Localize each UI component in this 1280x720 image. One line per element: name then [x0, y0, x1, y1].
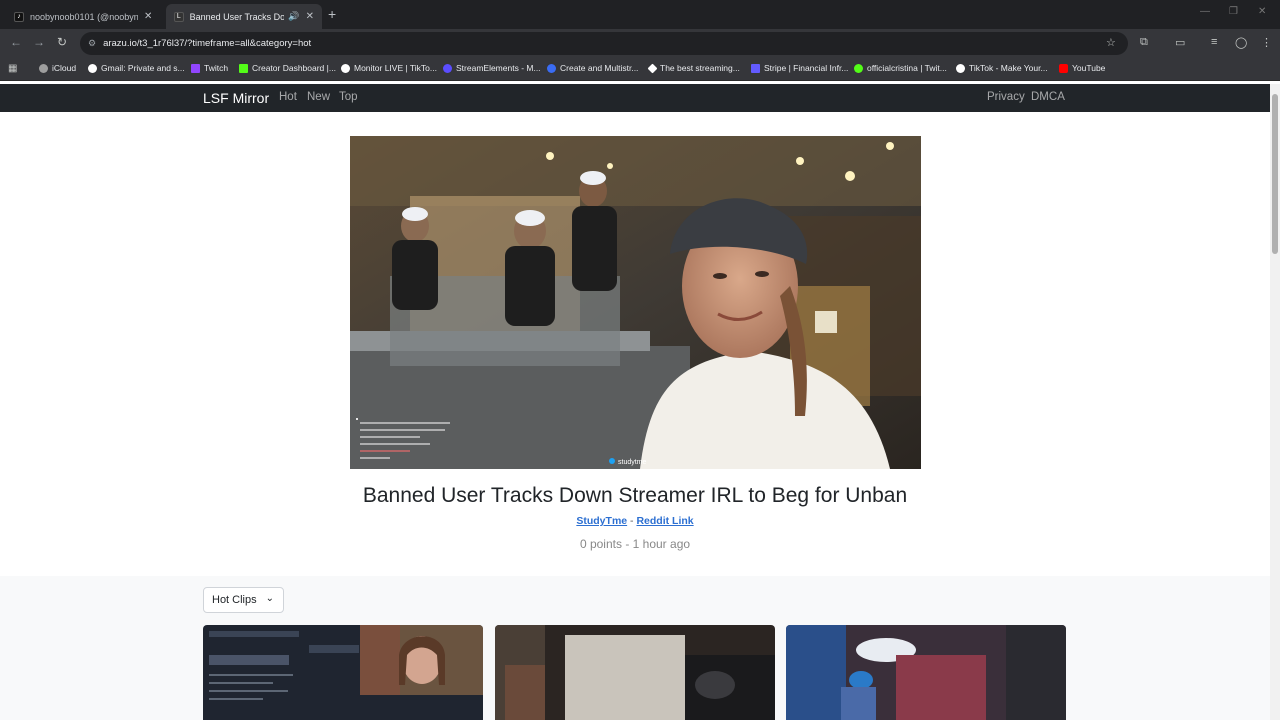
- scrollbar-thumb[interactable]: [1272, 94, 1278, 254]
- nav-top[interactable]: Top: [339, 91, 358, 103]
- stripe-icon: [751, 63, 760, 73]
- author-link[interactable]: StudyTme: [576, 515, 627, 527]
- bookmark-label: Twitch: [204, 63, 229, 73]
- profile-icon[interactable]: ◯: [1235, 36, 1247, 49]
- back-icon[interactable]: ←: [10, 35, 22, 49]
- reddit-link[interactable]: Reddit Link: [636, 515, 693, 527]
- speaker-icon[interactable]: 🔊: [288, 11, 299, 22]
- bookmark-item[interactable]: iCloud: [39, 63, 76, 73]
- clip-thumbnail[interactable]: [495, 625, 775, 720]
- bookmark-item[interactable]: TikTok - Make Your...: [956, 63, 1048, 73]
- streamelements-icon: [443, 63, 452, 73]
- apps-grid-icon[interactable]: ▦: [8, 63, 17, 74]
- clip-image: [203, 625, 483, 720]
- menu-icon[interactable]: ⋮: [1261, 36, 1272, 49]
- bookmark-item[interactable]: YouTube: [1059, 63, 1105, 73]
- nav-hot[interactable]: Hot: [279, 91, 297, 103]
- streaming-icon: [647, 63, 658, 73]
- bookmark-label: Stripe | Financial Infr...: [764, 63, 849, 73]
- minimize-icon[interactable]: —: [1200, 6, 1210, 17]
- bookmark-item[interactable]: officialcristina | Twit...: [854, 63, 947, 73]
- clip-thumbnail[interactable]: [786, 625, 1066, 720]
- stats-separator: -: [625, 537, 630, 551]
- bookmark-label: Monitor LIVE | TikTo...: [354, 63, 437, 73]
- nav-dmca[interactable]: DMCA: [1031, 91, 1065, 103]
- url-text: arazu.io/t3_1r76l37/?timeframe=all&categ…: [103, 38, 312, 49]
- close-tab-icon[interactable]: ✕: [144, 11, 152, 22]
- nav-privacy[interactable]: Privacy: [987, 91, 1025, 103]
- clip-thumbnail[interactable]: [203, 625, 483, 720]
- post-stats: 0 points - 1 hour ago: [0, 537, 1270, 551]
- close-window-icon[interactable]: ✕: [1258, 6, 1266, 17]
- restream-icon: [547, 63, 556, 73]
- clip-image: [786, 625, 1066, 720]
- kick-icon: [239, 63, 248, 73]
- post-meta-links: StudyTme - Reddit Link: [0, 515, 1270, 527]
- tiktok-icon: [956, 63, 965, 73]
- nav-new[interactable]: New: [307, 91, 330, 103]
- icloud-icon: [39, 63, 48, 73]
- chevron-down-icon: ⌄: [265, 593, 274, 604]
- post-title: Banned User Tracks Down Streamer IRL to …: [362, 484, 908, 507]
- bookmark-item[interactable]: Gmail: Private and s...: [88, 63, 185, 73]
- site-navbar: LSF Mirror Hot New Top Privacy DMCA: [0, 84, 1280, 112]
- bookmark-label: iCloud: [52, 63, 77, 73]
- video-watermark: studytme: [618, 459, 647, 466]
- clips-filter-dropdown[interactable]: Hot Clips ⌄: [203, 587, 284, 613]
- restore-icon[interactable]: ❐: [1229, 6, 1238, 17]
- address-bar[interactable]: ⚙ arazu.io/t3_1r76l37/?timeframe=all&cat…: [80, 32, 1128, 55]
- bookmark-item[interactable]: The best streaming...: [647, 63, 740, 73]
- tiktok-icon: ♪: [14, 11, 24, 22]
- twitch-icon: [191, 63, 200, 73]
- bookmark-item[interactable]: StreamElements - M...: [443, 63, 541, 73]
- brand-logo[interactable]: LSF Mirror: [203, 90, 269, 106]
- bookmark-label: The best streaming...: [660, 63, 740, 73]
- post-age: 1 hour ago: [632, 537, 691, 551]
- media-controls-icon[interactable]: ≡: [1211, 36, 1217, 48]
- browser-tab-strip: ♪ noobynoob0101 (@noobynoob ✕ L Banned U…: [0, 0, 1280, 29]
- browser-tab-active[interactable]: L Banned User Tracks Down S 🔊 ✕: [166, 4, 322, 29]
- dropdown-value: Hot Clips: [212, 594, 257, 606]
- bookmark-label: StreamElements - M...: [456, 63, 541, 73]
- video-frame: studytme: [350, 136, 921, 469]
- site-favicon-icon: L: [174, 11, 184, 22]
- video-player[interactable]: studytme: [350, 136, 921, 469]
- browser-tab[interactable]: ♪ noobynoob0101 (@noobynoob ✕: [6, 4, 164, 29]
- bookmark-label: Gmail: Private and s...: [101, 63, 185, 73]
- new-tab-icon[interactable]: +: [328, 6, 336, 22]
- kick-icon: [854, 63, 863, 73]
- meta-separator: -: [630, 515, 634, 527]
- page-scrollbar[interactable]: [1270, 84, 1280, 720]
- google-icon: [88, 63, 97, 73]
- clip-image: [495, 625, 775, 720]
- bookmark-label: Create and Multistr...: [560, 63, 639, 73]
- tab-title: Banned User Tracks Down S: [189, 11, 285, 22]
- youtube-icon: [1059, 63, 1068, 73]
- bookmark-item[interactable]: Monitor LIVE | TikTo...: [341, 63, 437, 73]
- site-info-icon[interactable]: ⚙: [88, 38, 96, 49]
- points-count: 0 points: [579, 537, 622, 551]
- bookmarks-bar: ▦ iCloud Gmail: Private and s... Twitch …: [0, 58, 1280, 81]
- cast-icon[interactable]: ▭: [1175, 36, 1185, 49]
- bookmark-item[interactable]: Twitch: [191, 63, 228, 73]
- bookmark-label: officialcristina | Twit...: [867, 63, 947, 73]
- tab-title: noobynoob0101 (@noobynoob: [30, 11, 138, 22]
- bookmark-star-icon[interactable]: ☆: [1106, 36, 1116, 49]
- bookmark-label: Creator Dashboard |...: [252, 63, 336, 73]
- bookmark-label: TikTok - Make Your...: [969, 63, 1048, 73]
- twitter-icon: [609, 458, 615, 464]
- tiktok-icon: [341, 63, 350, 73]
- bookmark-item[interactable]: Creator Dashboard |...: [239, 63, 336, 73]
- extensions-icon[interactable]: ⧉: [1140, 36, 1148, 49]
- forward-icon[interactable]: →: [33, 35, 45, 49]
- reload-icon[interactable]: ↻: [57, 35, 67, 49]
- close-tab-icon[interactable]: ✕: [306, 11, 314, 22]
- browser-toolbar: ← → ↻ ⚙ arazu.io/t3_1r76l37/?timeframe=a…: [0, 29, 1280, 58]
- bookmark-item[interactable]: Stripe | Financial Infr...: [751, 63, 848, 73]
- bookmark-item[interactable]: Create and Multistr...: [547, 63, 638, 73]
- bookmark-label: YouTube: [1072, 63, 1106, 73]
